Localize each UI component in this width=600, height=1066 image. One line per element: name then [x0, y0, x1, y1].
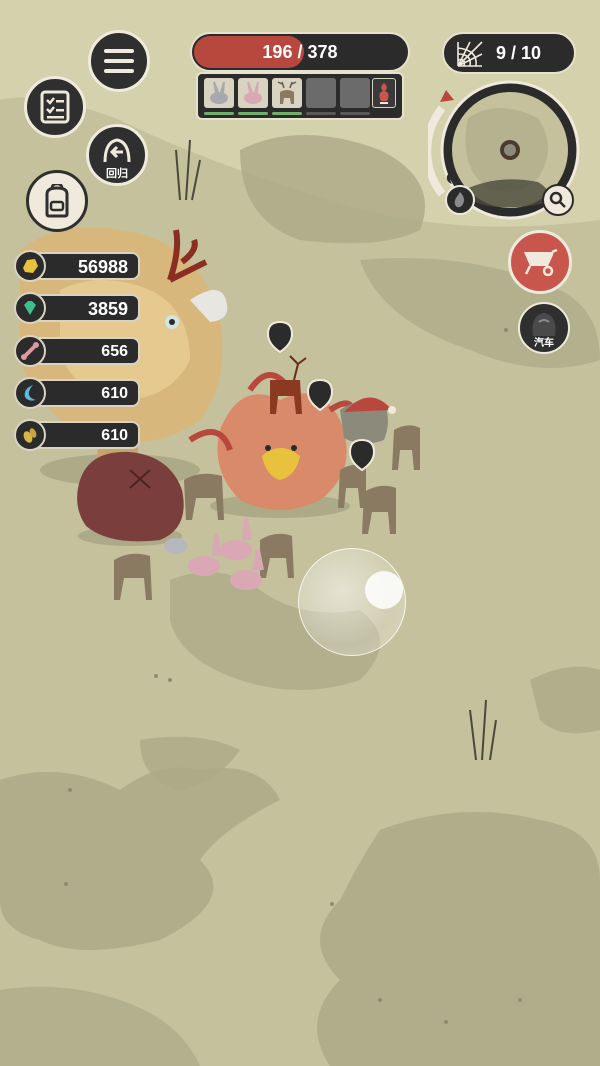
spider-web-icon	[457, 41, 483, 67]
hamburger-icon	[104, 49, 134, 73]
creature-portrait-icon	[532, 313, 556, 336]
virtual-joystick[interactable]	[298, 548, 406, 656]
web-counter: 9 / 10	[442, 32, 576, 74]
deer-icon	[277, 81, 297, 104]
web-counter-value: 9 / 10	[496, 43, 542, 63]
backpack-icon	[45, 184, 69, 218]
car-label: 汽车	[534, 338, 554, 349]
gold-nugget-icon	[14, 250, 46, 282]
return-button[interactable]: 回归	[86, 124, 148, 186]
joystick-knob[interactable]	[365, 571, 403, 609]
party-slot-1-hp	[204, 112, 234, 115]
cart-button[interactable]	[508, 230, 572, 294]
car-button[interactable]: 汽车	[518, 302, 570, 354]
backpack-button[interactable]	[26, 170, 88, 232]
quest-button[interactable]	[24, 76, 86, 138]
game-screen: 回归 56988 3859 656 610 610 196 / 378 9 / …	[0, 0, 600, 1066]
green-gem-icon	[14, 292, 46, 324]
party-slot-4-hp	[306, 112, 336, 115]
party-slot-5[interactable]	[340, 78, 370, 108]
resource-seed: 610	[14, 419, 140, 451]
party-slot-1[interactable]	[204, 78, 234, 108]
minimap[interactable]	[428, 78, 584, 224]
resource-gem: 3859	[14, 292, 140, 324]
resource-bone: 656	[14, 335, 140, 367]
health-current: 196	[262, 42, 293, 62]
special-summon-icon	[379, 83, 389, 104]
pink-rabbit-icon	[244, 81, 262, 104]
resource-gold-value: 56988	[77, 257, 128, 277]
return-label: 回归	[106, 167, 128, 180]
return-home-icon	[103, 138, 131, 163]
resource-bone-value: 656	[101, 343, 128, 360]
party-slots	[196, 72, 404, 120]
party-slot-6[interactable]	[372, 78, 396, 108]
resource-seed-value: 610	[101, 427, 128, 444]
resource-crescent: 610	[14, 377, 140, 409]
crescent-fang-icon	[14, 377, 46, 409]
health-max: 378	[307, 42, 338, 62]
gray-rabbit-creature[interactable]	[164, 538, 188, 554]
north-arrow-icon	[440, 90, 454, 102]
party-slot-2[interactable]	[238, 78, 268, 108]
party-slot-5-hp	[340, 112, 370, 115]
health-bar: 196 / 378	[190, 32, 410, 72]
resource-crescent-value: 610	[101, 385, 128, 402]
menu-button[interactable]	[88, 30, 150, 92]
map-zoom-button[interactable]	[542, 184, 574, 216]
health-separator: /	[297, 42, 303, 62]
bone-icon	[14, 335, 46, 367]
wheelbarrow-icon	[524, 248, 558, 276]
party-slot-4[interactable]	[306, 78, 336, 108]
resource-gold: 56988	[14, 250, 140, 282]
resource-gem-value: 3859	[87, 299, 128, 319]
rabbit-icon	[210, 81, 228, 104]
quest-checklist-icon	[40, 90, 70, 124]
health-text: 196 / 378	[192, 34, 408, 70]
party-slot-3[interactable]	[272, 78, 302, 108]
seed-icon	[14, 419, 46, 451]
party-slot-2-hp	[238, 112, 268, 115]
party-slot-3-hp	[272, 112, 302, 115]
